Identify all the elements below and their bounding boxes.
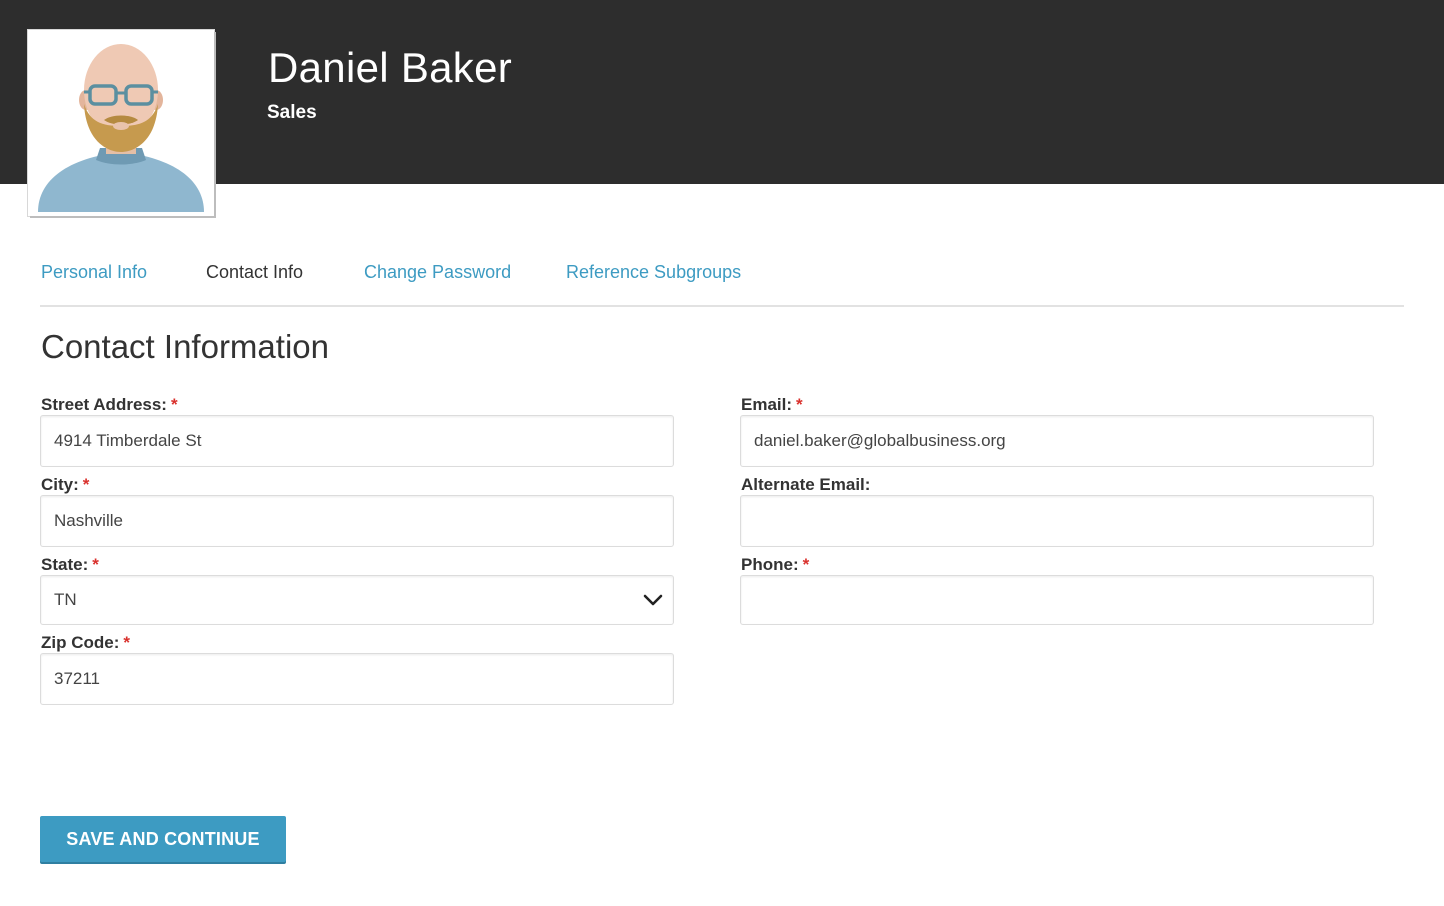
bald-bearded-man-avatar-icon [28, 30, 214, 216]
email-label: Email: * [741, 395, 803, 415]
phone-label-text: Phone: [741, 555, 799, 574]
profile-name: Daniel Baker [268, 44, 513, 91]
chevron-down-icon [643, 594, 663, 606]
alternate-email-label: Alternate Email: [741, 475, 870, 495]
phone-input[interactable] [740, 575, 1374, 625]
zip-code-input[interactable] [40, 653, 674, 705]
state-label-text: State: [41, 555, 89, 574]
email-label-text: Email: [741, 395, 793, 414]
avatar [28, 30, 214, 216]
state-select-value: TN [54, 590, 77, 609]
email-input[interactable] [740, 415, 1374, 467]
city-input[interactable] [40, 495, 674, 547]
required-marker: * [802, 555, 810, 574]
profile-tabs: Personal Info Contact Info Change Passwo… [40, 258, 1404, 307]
save-and-continue-button[interactable]: SAVE AND CONTINUE [40, 816, 286, 862]
profile-header: Daniel Baker Sales [0, 0, 1444, 216]
required-marker: * [123, 633, 131, 652]
tab-contact-info[interactable]: Contact Info [206, 262, 303, 283]
state-select[interactable]: TN [40, 575, 674, 625]
tab-reference-subgroups[interactable]: Reference Subgroups [566, 262, 741, 283]
profile-department: Sales [267, 102, 317, 123]
city-label-text: City: [41, 475, 79, 494]
required-marker: * [796, 395, 803, 414]
alternate-email-label-text: Alternate Email: [741, 475, 871, 494]
street-address-label-text: Street Address: [41, 395, 167, 414]
zip-code-label-text: Zip Code: [41, 633, 120, 652]
required-marker: * [82, 475, 90, 494]
street-address-input[interactable] [40, 415, 674, 467]
required-marker: * [170, 395, 178, 414]
zip-code-label: Zip Code: * [41, 633, 130, 653]
tab-personal-info[interactable]: Personal Info [41, 262, 147, 283]
required-marker: * [92, 555, 99, 574]
state-label: State: * [41, 555, 99, 575]
phone-label: Phone: * [741, 555, 809, 575]
city-label: City: * [41, 475, 89, 495]
alternate-email-input[interactable] [740, 495, 1374, 547]
street-address-label: Street Address: * [41, 395, 178, 415]
section-title: Contact Information [41, 328, 329, 365]
tab-change-password[interactable]: Change Password [364, 262, 511, 283]
